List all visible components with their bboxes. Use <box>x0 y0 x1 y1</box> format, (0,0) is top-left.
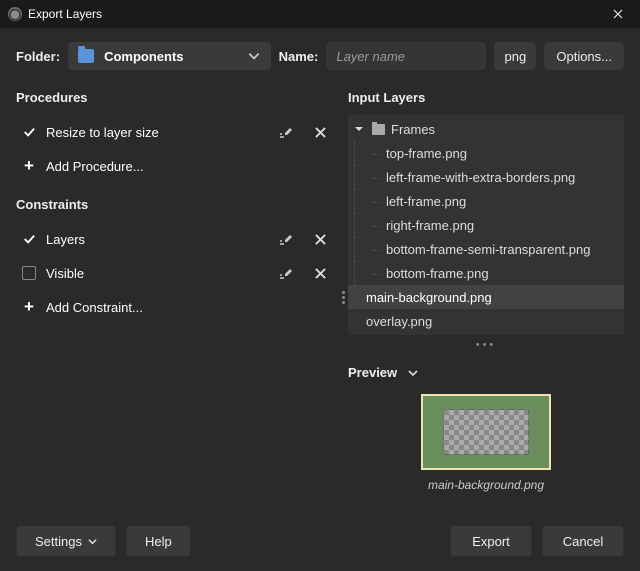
pencil-lines-icon <box>278 265 294 281</box>
folder-label: Folder: <box>16 49 60 64</box>
pencil-lines-icon <box>278 231 294 247</box>
tree-item[interactable]: bottom-frame.png <box>348 261 624 285</box>
cancel-button[interactable]: Cancel <box>542 525 624 557</box>
tree-item-label: bottom-frame.png <box>386 266 489 281</box>
window-title: Export Layers <box>28 7 102 21</box>
help-button[interactable]: Help <box>126 525 191 557</box>
tree-item-label: top-frame.png <box>386 146 467 161</box>
title-bar: Export Layers <box>0 0 640 28</box>
procedure-item[interactable]: Resize to layer size <box>16 115 334 149</box>
folder-icon <box>372 124 385 135</box>
tree-item-label: left-frame.png <box>386 194 466 209</box>
procedure-label: Resize to layer size <box>46 125 159 140</box>
name-input[interactable] <box>326 42 486 70</box>
folder-value: Components <box>104 49 237 64</box>
tree-item[interactable]: right-frame.png <box>348 213 624 237</box>
extension-dropdown[interactable]: png <box>494 42 536 70</box>
checkbox-icon[interactable] <box>22 266 36 280</box>
collapse-icon[interactable] <box>354 124 366 134</box>
layer-tree: Frames top-frame.png left-frame-with-ext… <box>348 115 624 335</box>
constraint-item[interactable]: Visible <box>16 256 334 290</box>
x-icon <box>315 127 326 138</box>
options-button[interactable]: Options... <box>544 42 624 70</box>
constraints-title: Constraints <box>16 197 334 212</box>
checkbox-icon[interactable] <box>22 125 36 139</box>
constraint-label: Layers <box>46 232 85 247</box>
checkbox-icon[interactable] <box>22 232 36 246</box>
settings-button[interactable]: Settings <box>16 525 116 557</box>
tree-item-label: left-frame-with-extra-borders.png <box>386 170 575 185</box>
x-icon <box>315 268 326 279</box>
tree-folder-label: Frames <box>391 122 435 137</box>
edit-button[interactable] <box>272 259 300 287</box>
add-procedure-button[interactable]: + Add Procedure... <box>16 149 334 183</box>
preview-header[interactable]: Preview <box>348 365 624 380</box>
export-button[interactable]: Export <box>450 525 532 557</box>
preview-title: Preview <box>348 365 397 380</box>
tree-item[interactable]: overlay.png <box>348 309 624 333</box>
tree-item[interactable]: left-frame.png <box>348 189 624 213</box>
chevron-down-icon <box>247 49 261 63</box>
input-layers-title: Input Layers <box>348 90 624 105</box>
folder-dropdown[interactable]: Components <box>68 42 271 70</box>
plus-icon: + <box>22 159 36 173</box>
tree-item-label: overlay.png <box>366 314 432 329</box>
tree-item-label: bottom-frame-semi-transparent.png <box>386 242 590 257</box>
chevron-down-icon <box>88 537 97 546</box>
tree-item-label: right-frame.png <box>386 218 474 233</box>
remove-button[interactable] <box>306 225 334 253</box>
preview-thumbnail <box>421 394 551 470</box>
constraint-item[interactable]: Layers <box>16 222 334 256</box>
tree-item-label: main-background.png <box>366 290 492 305</box>
x-icon <box>315 234 326 245</box>
more-indicator: ••• <box>348 339 624 351</box>
close-icon <box>613 9 623 19</box>
transparency-checker-icon <box>443 409 529 455</box>
remove-button[interactable] <box>306 259 334 287</box>
edit-button[interactable] <box>272 225 300 253</box>
footer: Settings Help Export Cancel <box>0 511 640 571</box>
add-constraint-button[interactable]: + Add Constraint... <box>16 290 334 324</box>
constraint-label: Visible <box>46 266 84 281</box>
tree-folder-row[interactable]: Frames <box>348 117 624 141</box>
tree-item[interactable]: top-frame.png <box>348 141 624 165</box>
app-icon <box>8 7 22 21</box>
plus-icon: + <box>22 300 36 314</box>
add-constraint-label: Add Constraint... <box>46 300 143 315</box>
chevron-down-icon <box>407 367 419 379</box>
top-row: Folder: Components Name: png Options... <box>0 28 640 82</box>
remove-button[interactable] <box>306 118 334 146</box>
drag-handle-icon[interactable] <box>338 291 349 304</box>
add-procedure-label: Add Procedure... <box>46 159 144 174</box>
tree-item-selected[interactable]: main-background.png <box>348 285 624 309</box>
procedures-title: Procedures <box>16 90 334 105</box>
pencil-lines-icon <box>278 124 294 140</box>
settings-label: Settings <box>35 534 82 549</box>
folder-icon <box>78 49 94 63</box>
tree-item[interactable]: bottom-frame-semi-transparent.png <box>348 237 624 261</box>
tree-item[interactable]: left-frame-with-extra-borders.png <box>348 165 624 189</box>
window-close-button[interactable] <box>598 1 638 27</box>
edit-button[interactable] <box>272 118 300 146</box>
preview-caption: main-background.png <box>348 478 624 492</box>
name-label: Name: <box>279 49 319 64</box>
